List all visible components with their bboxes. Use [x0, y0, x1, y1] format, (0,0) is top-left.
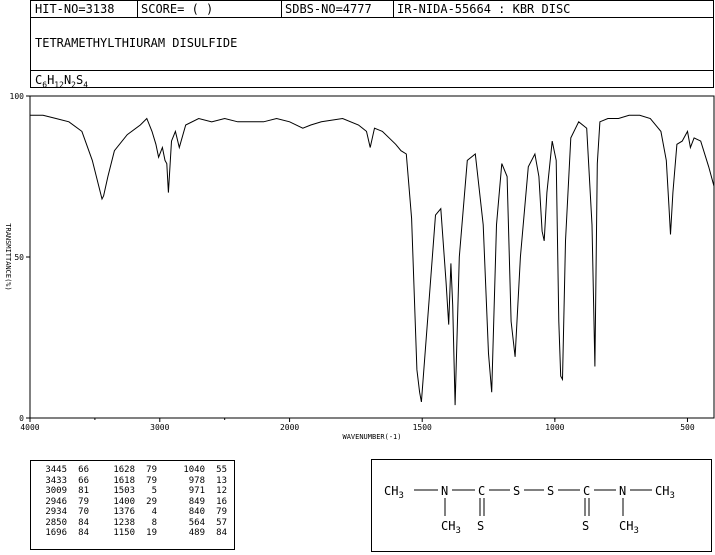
- peak-wavenumber: 2946: [45, 496, 67, 507]
- spectrum-line: [30, 114, 715, 406]
- peak-wavenumber: 489: [188, 528, 205, 538]
- peak-wavenumber: 1503: [113, 486, 135, 496]
- peak-row: 3009 81: [37, 486, 89, 497]
- peak-row: 1040 55: [175, 465, 227, 476]
- peak-row: 1376 4: [105, 507, 157, 518]
- x-tick-label: 1000: [545, 423, 564, 432]
- peak-transmittance: 19: [146, 528, 157, 538]
- peak-transmittance: 81: [78, 486, 89, 496]
- sulfur-2: S: [547, 484, 554, 498]
- peak-table: 3445 66 3433 66 3009 81 2946 79 2934 70 2850 84 1696…: [30, 460, 235, 550]
- peak-wavenumber: 971: [188, 486, 205, 496]
- peak-transmittance: 84: [78, 528, 89, 538]
- nitrogen-right: N: [619, 484, 626, 498]
- peak-row: 3445 66: [37, 465, 89, 476]
- peak-transmittance: 70: [78, 507, 89, 517]
- peak-row: 840 79: [175, 507, 227, 518]
- peak-wavenumber: 1400: [113, 496, 135, 507]
- peak-wavenumber: 2850: [45, 517, 67, 528]
- thione-sulfur-left: S: [477, 519, 484, 533]
- methyl-bottom-left: CH3: [441, 519, 461, 536]
- peak-transmittance: 79: [146, 475, 157, 486]
- peak-wavenumber: 1150: [113, 528, 135, 538]
- chart-layer: 4000 3000 2000 1500 1000 500100500WAVENUMBER(…: [4, 92, 715, 441]
- methyl-bottom-right: CH3: [619, 519, 639, 536]
- nitrogen-left: N: [441, 484, 448, 498]
- peak-wavenumber: 849: [188, 496, 205, 507]
- peak-column: 1040 55 978 13 971 12 849 16 840 79 564 57 489 84: [175, 465, 227, 539]
- peak-transmittance: 79: [78, 496, 89, 507]
- x-tick-label: 2000: [280, 423, 299, 432]
- peak-row: 1400 29: [105, 497, 157, 508]
- peak-wavenumber: 564: [188, 517, 205, 528]
- peak-wavenumber: 840: [188, 507, 205, 517]
- carbon-left: C: [478, 484, 485, 498]
- peak-wavenumber: 1376: [113, 507, 135, 517]
- peak-transmittance: 66: [78, 465, 89, 475]
- peak-transmittance: 12: [216, 486, 227, 496]
- peak-wavenumber: 3445: [45, 465, 67, 475]
- peak-row: 489 84: [175, 528, 227, 539]
- peak-transmittance: 84: [216, 528, 227, 538]
- ir-spectrum-chart: 4000 3000 2000 1500 1000 500100500WAVENUMBER(…: [4, 92, 715, 441]
- y-axis-label: TRANSMITTANCE(%): [4, 223, 12, 290]
- peak-transmittance: 13: [216, 475, 227, 486]
- peak-row: 1696 84: [37, 528, 89, 539]
- x-axis-label: WAVENUMBER(-1): [342, 433, 401, 441]
- y-tick-label: 0: [19, 414, 24, 423]
- methyl-left: CH3: [384, 484, 404, 501]
- y-tick-label: 100: [10, 92, 25, 101]
- sulfur-1: S: [513, 484, 520, 498]
- peak-transmittance: 5: [151, 486, 157, 496]
- carbon-right: C: [583, 484, 590, 498]
- peak-row: 2850 84: [37, 518, 89, 529]
- peak-row: 564 57: [175, 518, 227, 529]
- peak-row: 1150 19: [105, 528, 157, 539]
- peak-transmittance: 8: [151, 517, 157, 528]
- peak-column: 3445 66 3433 66 3009 81 2946 79 2934 70 2850 84 1696…: [37, 465, 89, 539]
- peak-wavenumber: 2934: [45, 507, 67, 517]
- peak-transmittance: 79: [216, 507, 227, 517]
- structure-diagram: CH3 N C S S C N CH3 CH3 S S CH3: [384, 484, 675, 536]
- peak-transmittance: 16: [216, 496, 227, 507]
- peak-row: 849 16: [175, 497, 227, 508]
- peak-row: 2946 79: [37, 497, 89, 508]
- peak-column: 1628 79 1618 79 1503 5 1400 29 1376 4 1238 8 1150 19: [105, 465, 157, 539]
- peak-wavenumber: 978: [188, 475, 205, 486]
- y-tick-label: 50: [14, 253, 24, 262]
- peak-transmittance: 66: [78, 475, 89, 486]
- peak-row: 1503 5: [105, 486, 157, 497]
- peak-wavenumber: 1628: [113, 465, 135, 475]
- peak-transmittance: 55: [216, 465, 227, 475]
- peak-wavenumber: 1696: [45, 528, 67, 538]
- x-tick-label: 500: [680, 423, 695, 432]
- peak-row: 978 13: [175, 476, 227, 487]
- peak-wavenumber: 1238: [113, 517, 135, 528]
- peak-row: 1618 79: [105, 476, 157, 487]
- peak-transmittance: 29: [146, 496, 157, 507]
- peak-row: 3433 66: [37, 476, 89, 487]
- plot-frame: [29, 95, 715, 419]
- x-tick-label: 1500: [413, 423, 432, 432]
- peak-transmittance: 79: [146, 465, 157, 475]
- x-tick-label: 3000: [150, 423, 169, 432]
- peak-wavenumber: 3009: [45, 486, 67, 496]
- peak-transmittance: 57: [216, 517, 227, 528]
- x-tick-label: 4000: [20, 423, 39, 432]
- peak-wavenumber: 3433: [45, 475, 67, 486]
- peak-transmittance: 84: [78, 517, 89, 528]
- thione-sulfur-right: S: [582, 519, 589, 533]
- peak-transmittance: 4: [151, 507, 157, 517]
- peak-wavenumber: 1618: [113, 475, 135, 486]
- peak-row: 2934 70: [37, 507, 89, 518]
- peak-wavenumber: 1040: [183, 465, 205, 475]
- structure-box: CH3 N C S S C N CH3 CH3 S S CH3: [371, 459, 712, 552]
- peak-row: 1238 8: [105, 518, 157, 529]
- peak-row: 1628 79: [105, 465, 157, 476]
- methyl-right: CH3: [655, 484, 675, 501]
- peak-row: 971 12: [175, 486, 227, 497]
